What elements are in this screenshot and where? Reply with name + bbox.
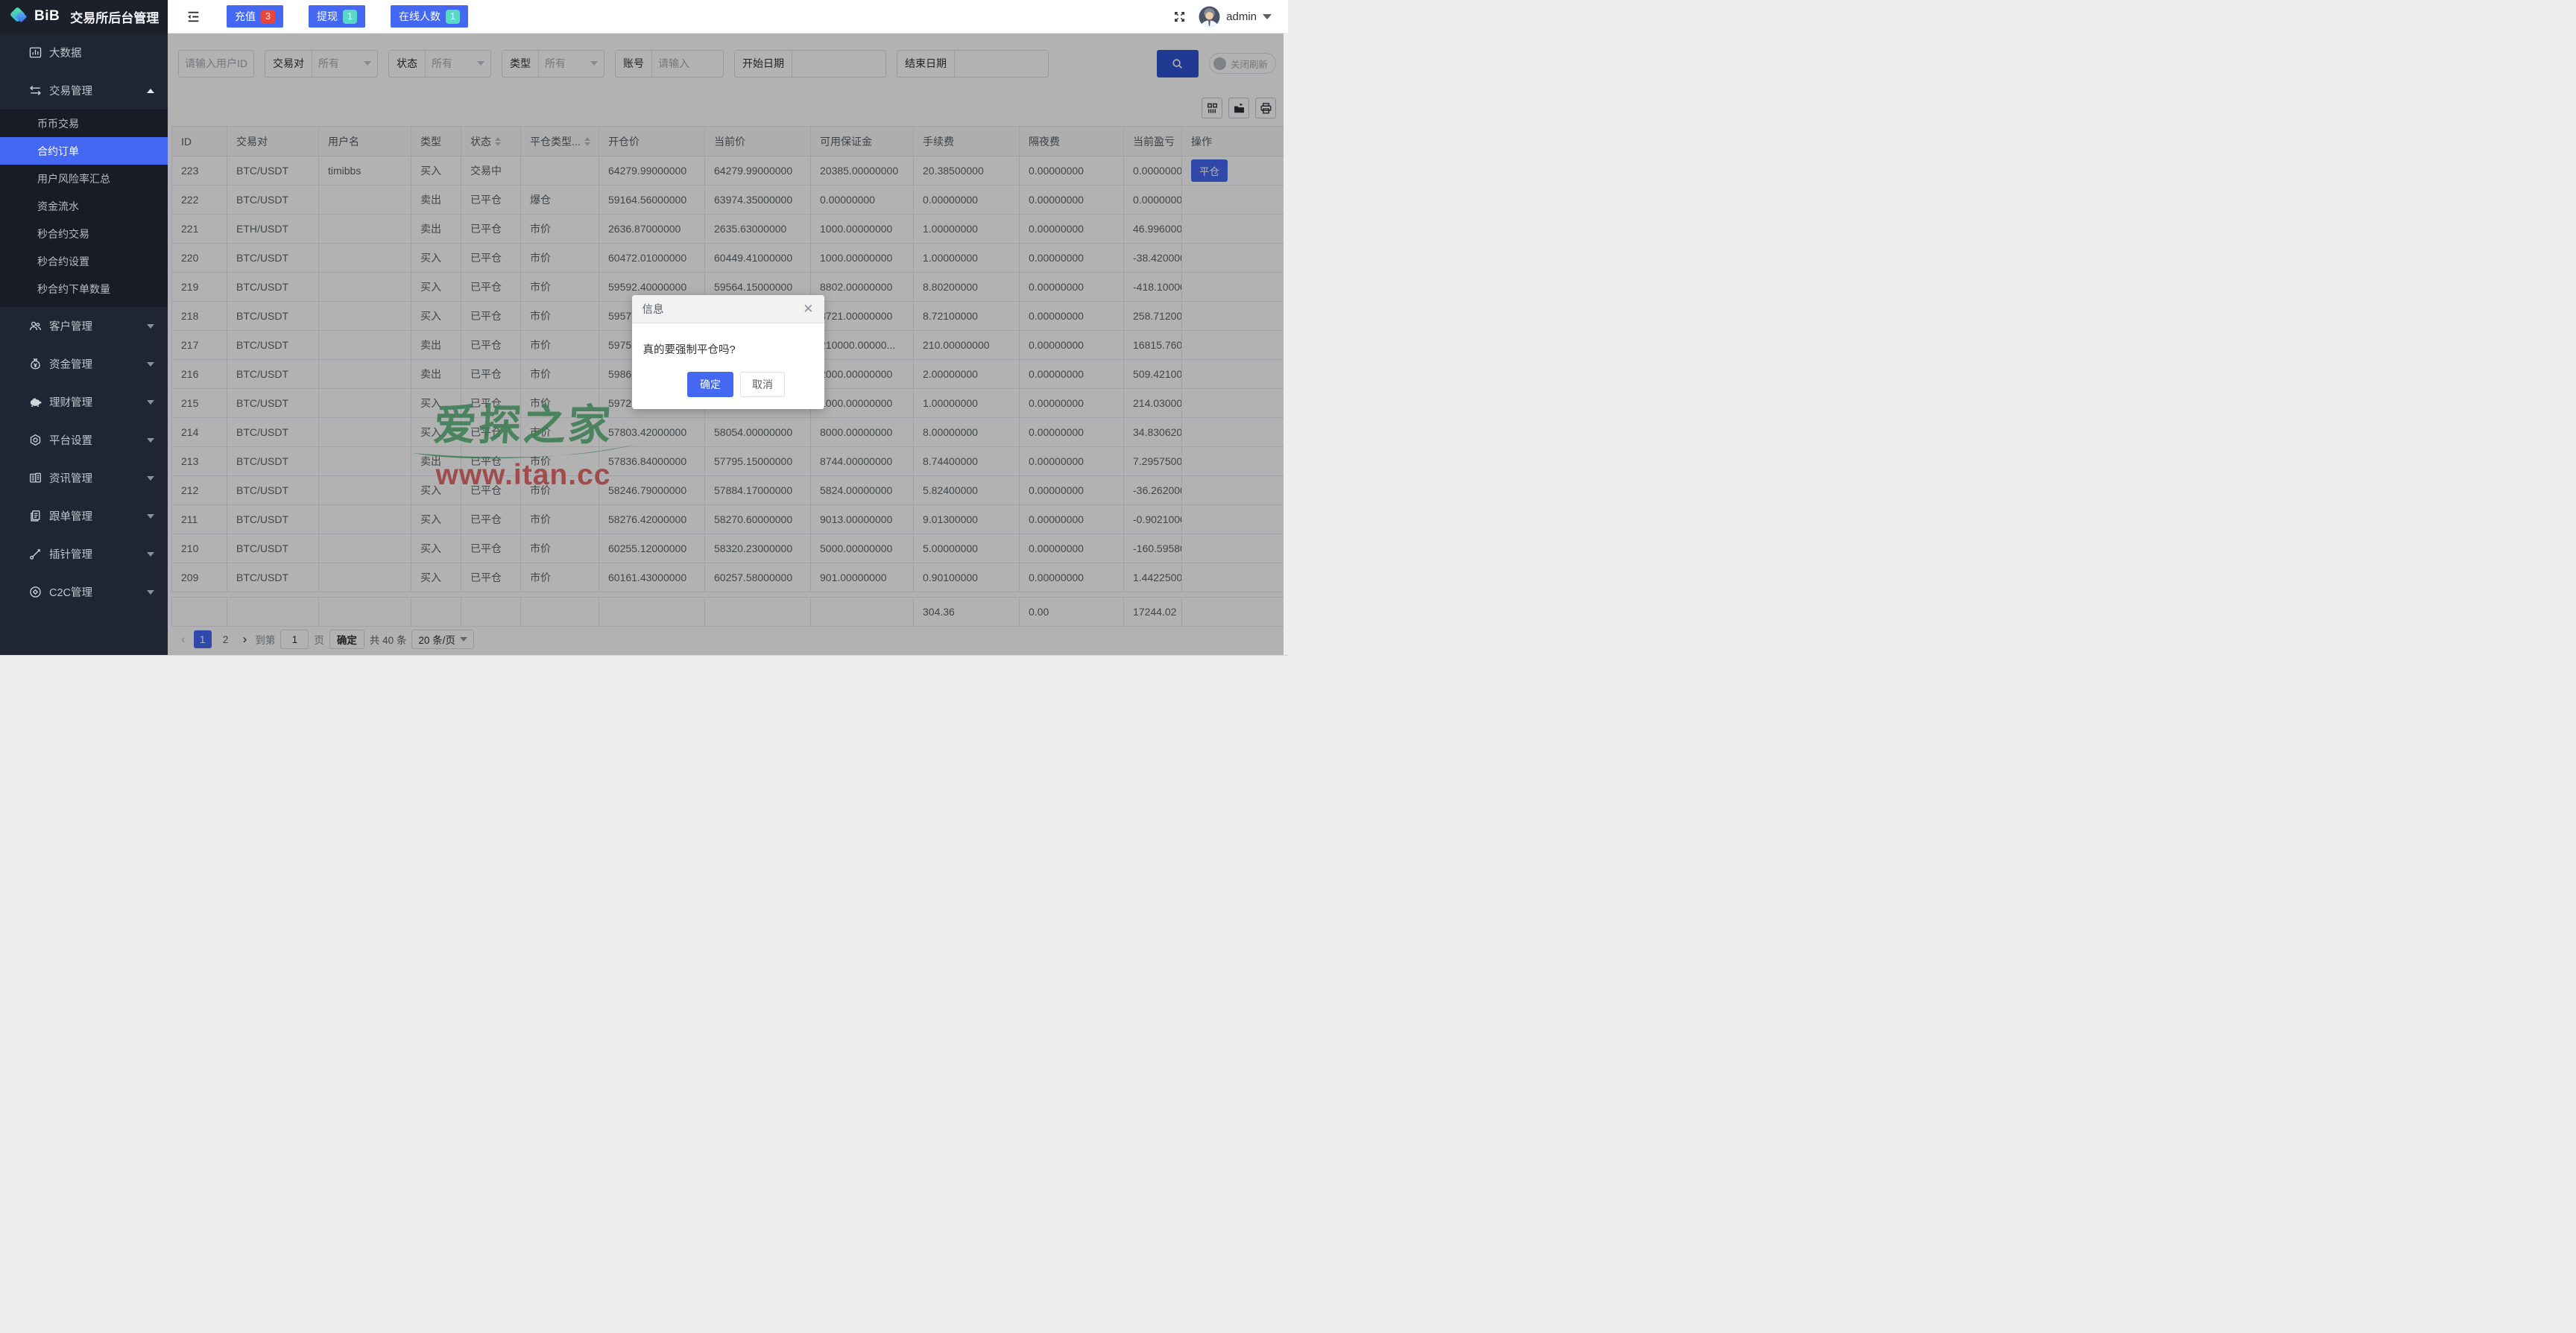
sidebar-subitem[interactable]: 秒合约设置 [0, 247, 168, 275]
app-title: 交易所后台管理 [70, 7, 159, 26]
brand-diamond-icon [10, 7, 28, 25]
sidebar-item-bigdata[interactable]: 大数据 [0, 34, 168, 72]
sidebar-subitem[interactable]: 资金流水 [0, 192, 168, 220]
sidebar-item-pin[interactable]: 插针管理 [0, 535, 168, 573]
sidebar-item-c2c[interactable]: C2C管理 [0, 573, 168, 611]
sidebar-item-wealth[interactable]: 理财管理 [0, 383, 168, 421]
dialog-footer: 确定 取消 [632, 372, 824, 409]
topbar-buttons: 充值 3 提现 1 在线人数 1 [201, 5, 468, 28]
brand-logo: BiB 交易所后台管理 [0, 0, 168, 34]
main-content: 请输入用户ID 交易对所有状态所有类型所有账号请输入开始日期结束日期 关闭刷新 [168, 34, 1288, 655]
chevron-down-icon [147, 590, 154, 595]
pin-icon [28, 547, 42, 561]
confirm-dialog: 信息 ✕ 真的要强制平仓吗? 确定 取消 [632, 295, 824, 409]
sidebar-item-label: 客户管理 [49, 318, 147, 334]
sidebar-item-trade[interactable]: 交易管理 [0, 72, 168, 110]
topbar-button-label: 充值 [235, 9, 256, 24]
dialog-ok-button[interactable]: 确定 [687, 372, 733, 397]
sidebar-item-label: 平台设置 [49, 432, 147, 448]
moneybag-icon [28, 357, 42, 371]
topbar-button-recharge[interactable]: 充值 3 [227, 5, 283, 28]
sidebar-subitem[interactable]: 合约订单 [0, 137, 168, 165]
sidebar-subitem[interactable]: 秒合约交易 [0, 220, 168, 247]
chevron-down-icon [147, 324, 154, 329]
piggy-icon [28, 395, 42, 409]
topbar-button-badge: 1 [343, 10, 357, 24]
fullscreen-icon[interactable] [1172, 10, 1187, 24]
sidebar-item-label: 跟单管理 [49, 508, 147, 524]
coin-icon [28, 585, 42, 599]
users-icon [28, 319, 42, 333]
platform-icon [28, 433, 42, 447]
dialog-close-icon[interactable]: ✕ [803, 303, 813, 315]
chevron-down-icon [147, 552, 154, 557]
sidebar-subitem[interactable]: 币币交易 [0, 110, 168, 137]
sidebar-item-label: 资金管理 [49, 356, 147, 372]
topbar-button-withdraw[interactable]: 提现 1 [309, 5, 365, 28]
topbar-button-label: 在线人数 [399, 9, 441, 24]
chevron-down-icon [147, 362, 154, 367]
horizontal-scrollbar[interactable] [0, 655, 1288, 666]
avatar [1199, 6, 1220, 28]
copy-icon [28, 509, 42, 523]
chevron-down-icon [147, 476, 154, 481]
user-caret-icon [1263, 14, 1272, 19]
chevron-down-icon [147, 514, 154, 519]
sidebar-subitem[interactable]: 用户风险率汇总 [0, 165, 168, 192]
topbar-button-badge: 3 [261, 10, 275, 24]
top-bar: BiB 交易所后台管理 充值 3 提现 1 在线人数 1 [0, 0, 1288, 34]
dialog-cancel-button[interactable]: 取消 [740, 372, 785, 397]
topbar-button-label: 提现 [317, 9, 338, 24]
user-menu[interactable]: admin [1199, 6, 1272, 28]
exchange-icon [28, 83, 42, 98]
brand-name: BiB [34, 8, 60, 25]
sidebar-item-funds[interactable]: 资金管理 [0, 345, 168, 383]
chart-icon [28, 45, 42, 60]
sidebar-item-label: 大数据 [49, 45, 154, 60]
vertical-scrollbar[interactable] [1284, 34, 1288, 655]
sidebar-item-label: 插针管理 [49, 546, 147, 562]
sidebar-subitem[interactable]: 秒合约下单数量 [0, 275, 168, 303]
username: admin [1226, 10, 1257, 23]
sidebar-item-label: 理财管理 [49, 394, 147, 410]
chevron-up-icon [147, 89, 154, 93]
sidebar-item-customer[interactable]: 客户管理 [0, 307, 168, 345]
chevron-down-icon [147, 400, 154, 405]
sidebar-item-platform[interactable]: 平台设置 [0, 421, 168, 459]
topbar-right: admin [1172, 6, 1288, 28]
sidebar-item-news[interactable]: 资讯管理 [0, 459, 168, 497]
sidebar-item-copytrade[interactable]: 跟单管理 [0, 497, 168, 535]
sidebar-item-label: 资讯管理 [49, 470, 147, 486]
sidebar-item-label: 交易管理 [49, 83, 147, 98]
sidebar-item-label: C2C管理 [49, 584, 147, 600]
dialog-header: 信息 ✕ [632, 295, 824, 323]
sidebar: 大数据交易管理币币交易合约订单用户风险率汇总资金流水秒合约交易秒合约设置秒合约下… [0, 34, 168, 655]
app-window: BiB 交易所后台管理 充值 3 提现 1 在线人数 1 [0, 0, 1288, 666]
dialog-title: 信息 [643, 301, 664, 317]
submenu-trade: 币币交易合约订单用户风险率汇总资金流水秒合约交易秒合约设置秒合约下单数量 [0, 110, 168, 307]
news-icon [28, 471, 42, 485]
topbar-button-badge: 1 [446, 10, 460, 24]
topbar-button-online[interactable]: 在线人数 1 [391, 5, 468, 28]
dialog-message: 真的要强制平仓吗? [632, 323, 824, 372]
chevron-down-icon [147, 438, 154, 443]
sidebar-collapse-icon[interactable] [186, 9, 201, 25]
